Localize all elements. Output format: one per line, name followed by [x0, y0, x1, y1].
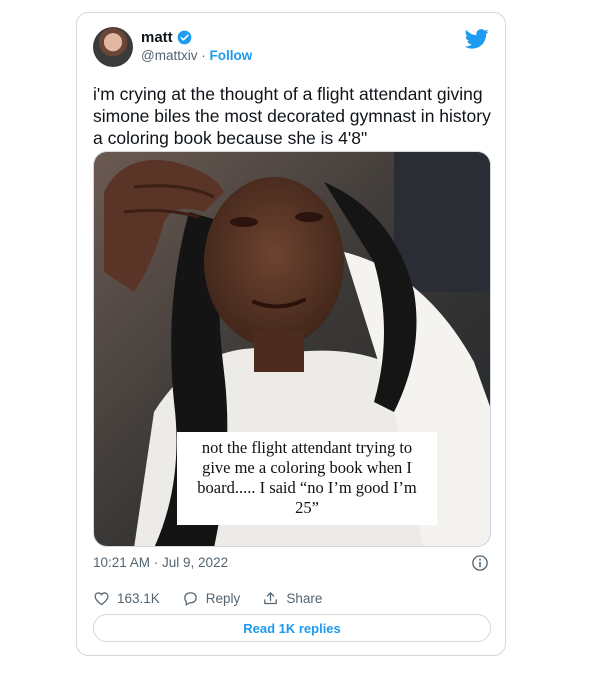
like-button[interactable]: 163.1K	[93, 590, 160, 607]
read-replies-button[interactable]: Read 1K replies	[93, 614, 491, 642]
heart-icon	[94, 592, 109, 606]
tweet-actions: 163.1K Reply Share	[93, 590, 322, 607]
caption-line: 25”	[295, 498, 319, 517]
tweet-timestamp[interactable]: 10:21 AM · Jul 9, 2022	[93, 555, 228, 570]
verified-badge-icon	[177, 30, 192, 44]
handle-separator: ·	[201, 48, 206, 63]
tweet-media-photo[interactable]: not the flight attendant trying to give …	[93, 151, 491, 547]
reply-label: Reply	[205, 591, 241, 606]
avatar[interactable]	[93, 27, 133, 67]
tweet-text-line: simone biles the most decorated gymnast …	[93, 106, 491, 126]
caption-line: give me a coloring book when I	[202, 458, 412, 477]
caption-line: board..... I said “no I’m good I’m	[197, 478, 417, 497]
media-caption: not the flight attendant trying to give …	[177, 432, 437, 525]
author-handle[interactable]: @mattxiv	[141, 48, 197, 63]
tweet-text-line: i'm crying at the thought of a flight at…	[93, 84, 483, 104]
tweet-card: matt @mattxiv · Follow i'm crying at the…	[76, 12, 506, 656]
share-icon	[264, 592, 278, 605]
info-icon[interactable]	[471, 554, 489, 572]
tweet-header: matt @mattxiv · Follow	[93, 25, 489, 69]
reply-icon	[183, 592, 197, 606]
tweet-text: i'm crying at the thought of a flight at…	[93, 83, 493, 149]
follow-button[interactable]: Follow	[210, 48, 253, 63]
author-name[interactable]: matt	[141, 29, 173, 46]
share-label: Share	[286, 591, 323, 606]
user-info: matt @mattxiv · Follow	[141, 28, 252, 66]
caption-line: not the flight attendant trying to	[201, 438, 413, 457]
reply-button[interactable]: Reply	[182, 590, 241, 607]
twitter-bird-icon[interactable]	[465, 29, 489, 49]
like-count: 163.1K	[117, 591, 160, 606]
tweet-text-line: a coloring book because she is 4'8"	[93, 128, 368, 148]
share-button[interactable]: Share	[262, 590, 322, 607]
